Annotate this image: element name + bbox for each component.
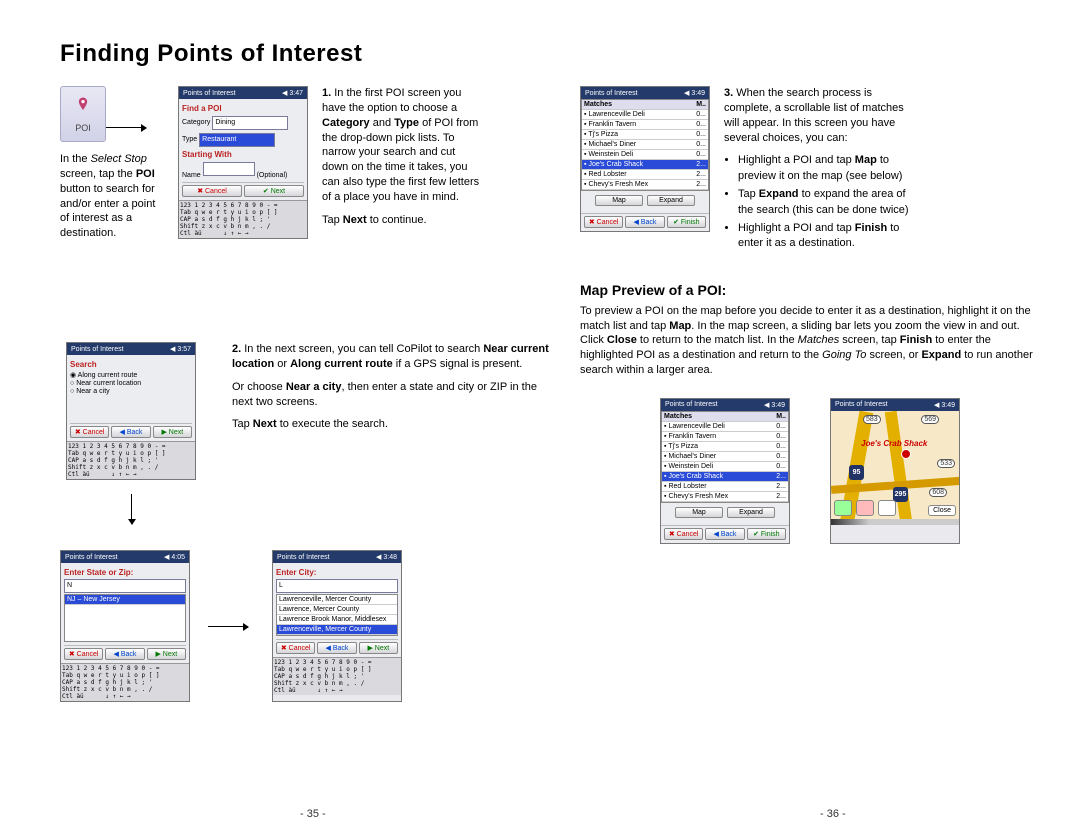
choices-list: Highlight a POI and tap Map to preview i… [724,153,914,251]
row-r1: Points of Interest◀ 3:49 MatchesM.. ▪ La… [580,86,1040,260]
row-1: POI In the Select Stop screen, tap the P… [60,86,550,320]
arrow-right-icon [106,127,146,128]
page-number-right: - 36 - [820,808,846,820]
poi-label: Joe's Crab Shack [861,439,927,448]
interstate-shield-icon: 95 [849,465,864,480]
poi-btn-label: POI [75,123,91,133]
arrow-right-icon [208,626,248,627]
map-preview-text: To preview a POI on the map before you d… [580,304,1040,378]
manual-page: Finding Points of Interest POI In the Se… [0,0,1080,834]
page-title: Finding Points of Interest [60,40,1040,68]
right-column: Points of Interest◀ 3:49 MatchesM.. ▪ La… [580,86,1040,702]
arrow-down-icon [131,494,132,524]
intro-text: In the Select Stop screen, tap the POI b… [60,152,160,312]
screenshot-map-preview: Points of Interest◀ 3:49 95 295 583 569 … [830,398,960,544]
columns: POI In the Select Stop screen, tap the P… [60,86,1040,702]
screenshot-enter-state: Points of Interest◀ 4:05 Enter State or … [60,550,190,702]
balloon-icon [73,95,93,115]
left-column: POI In the Select Stop screen, tap the P… [60,86,550,702]
poi-marker-icon [901,449,911,459]
close-button: Close [928,505,956,516]
step-1-text: 1. In the first POI screen you have the … [322,86,482,236]
page-number-left: - 35 - [300,808,326,820]
step-2-text: 2. In the next screen, you can tell CoPi… [232,342,550,440]
row-r2: Points of Interest◀ 3:49 MatchesM.. ▪ La… [580,398,1040,544]
screenshot-enter-city: Points of Interest◀ 3:48 Enter City: L L… [272,550,402,702]
row-2: Points of Interest◀ 3:57 Search ◉ Along … [60,342,550,528]
screenshot-find-poi: Points of Interest◀ 3:47 Find a POI Cate… [178,86,308,239]
map-canvas: 95 295 583 569 533 608 Joe's Crab Shack … [831,411,959,519]
screenshot-search: Points of Interest◀ 3:57 Search ◉ Along … [66,342,196,480]
row-3: Points of Interest◀ 4:05 Enter State or … [60,550,550,702]
map-controls [834,500,896,516]
section-map-preview-title: Map Preview of a POI: [580,282,1040,298]
zoom-slider [831,519,959,525]
step-3-text: 3. When the search process is complete, … [724,86,914,260]
poi-icon-button: POI [60,86,106,142]
screenshot-matches-2: Points of Interest◀ 3:49 MatchesM.. ▪ La… [660,398,790,544]
screenshot-matches: Points of Interest◀ 3:49 MatchesM.. ▪ La… [580,86,710,232]
